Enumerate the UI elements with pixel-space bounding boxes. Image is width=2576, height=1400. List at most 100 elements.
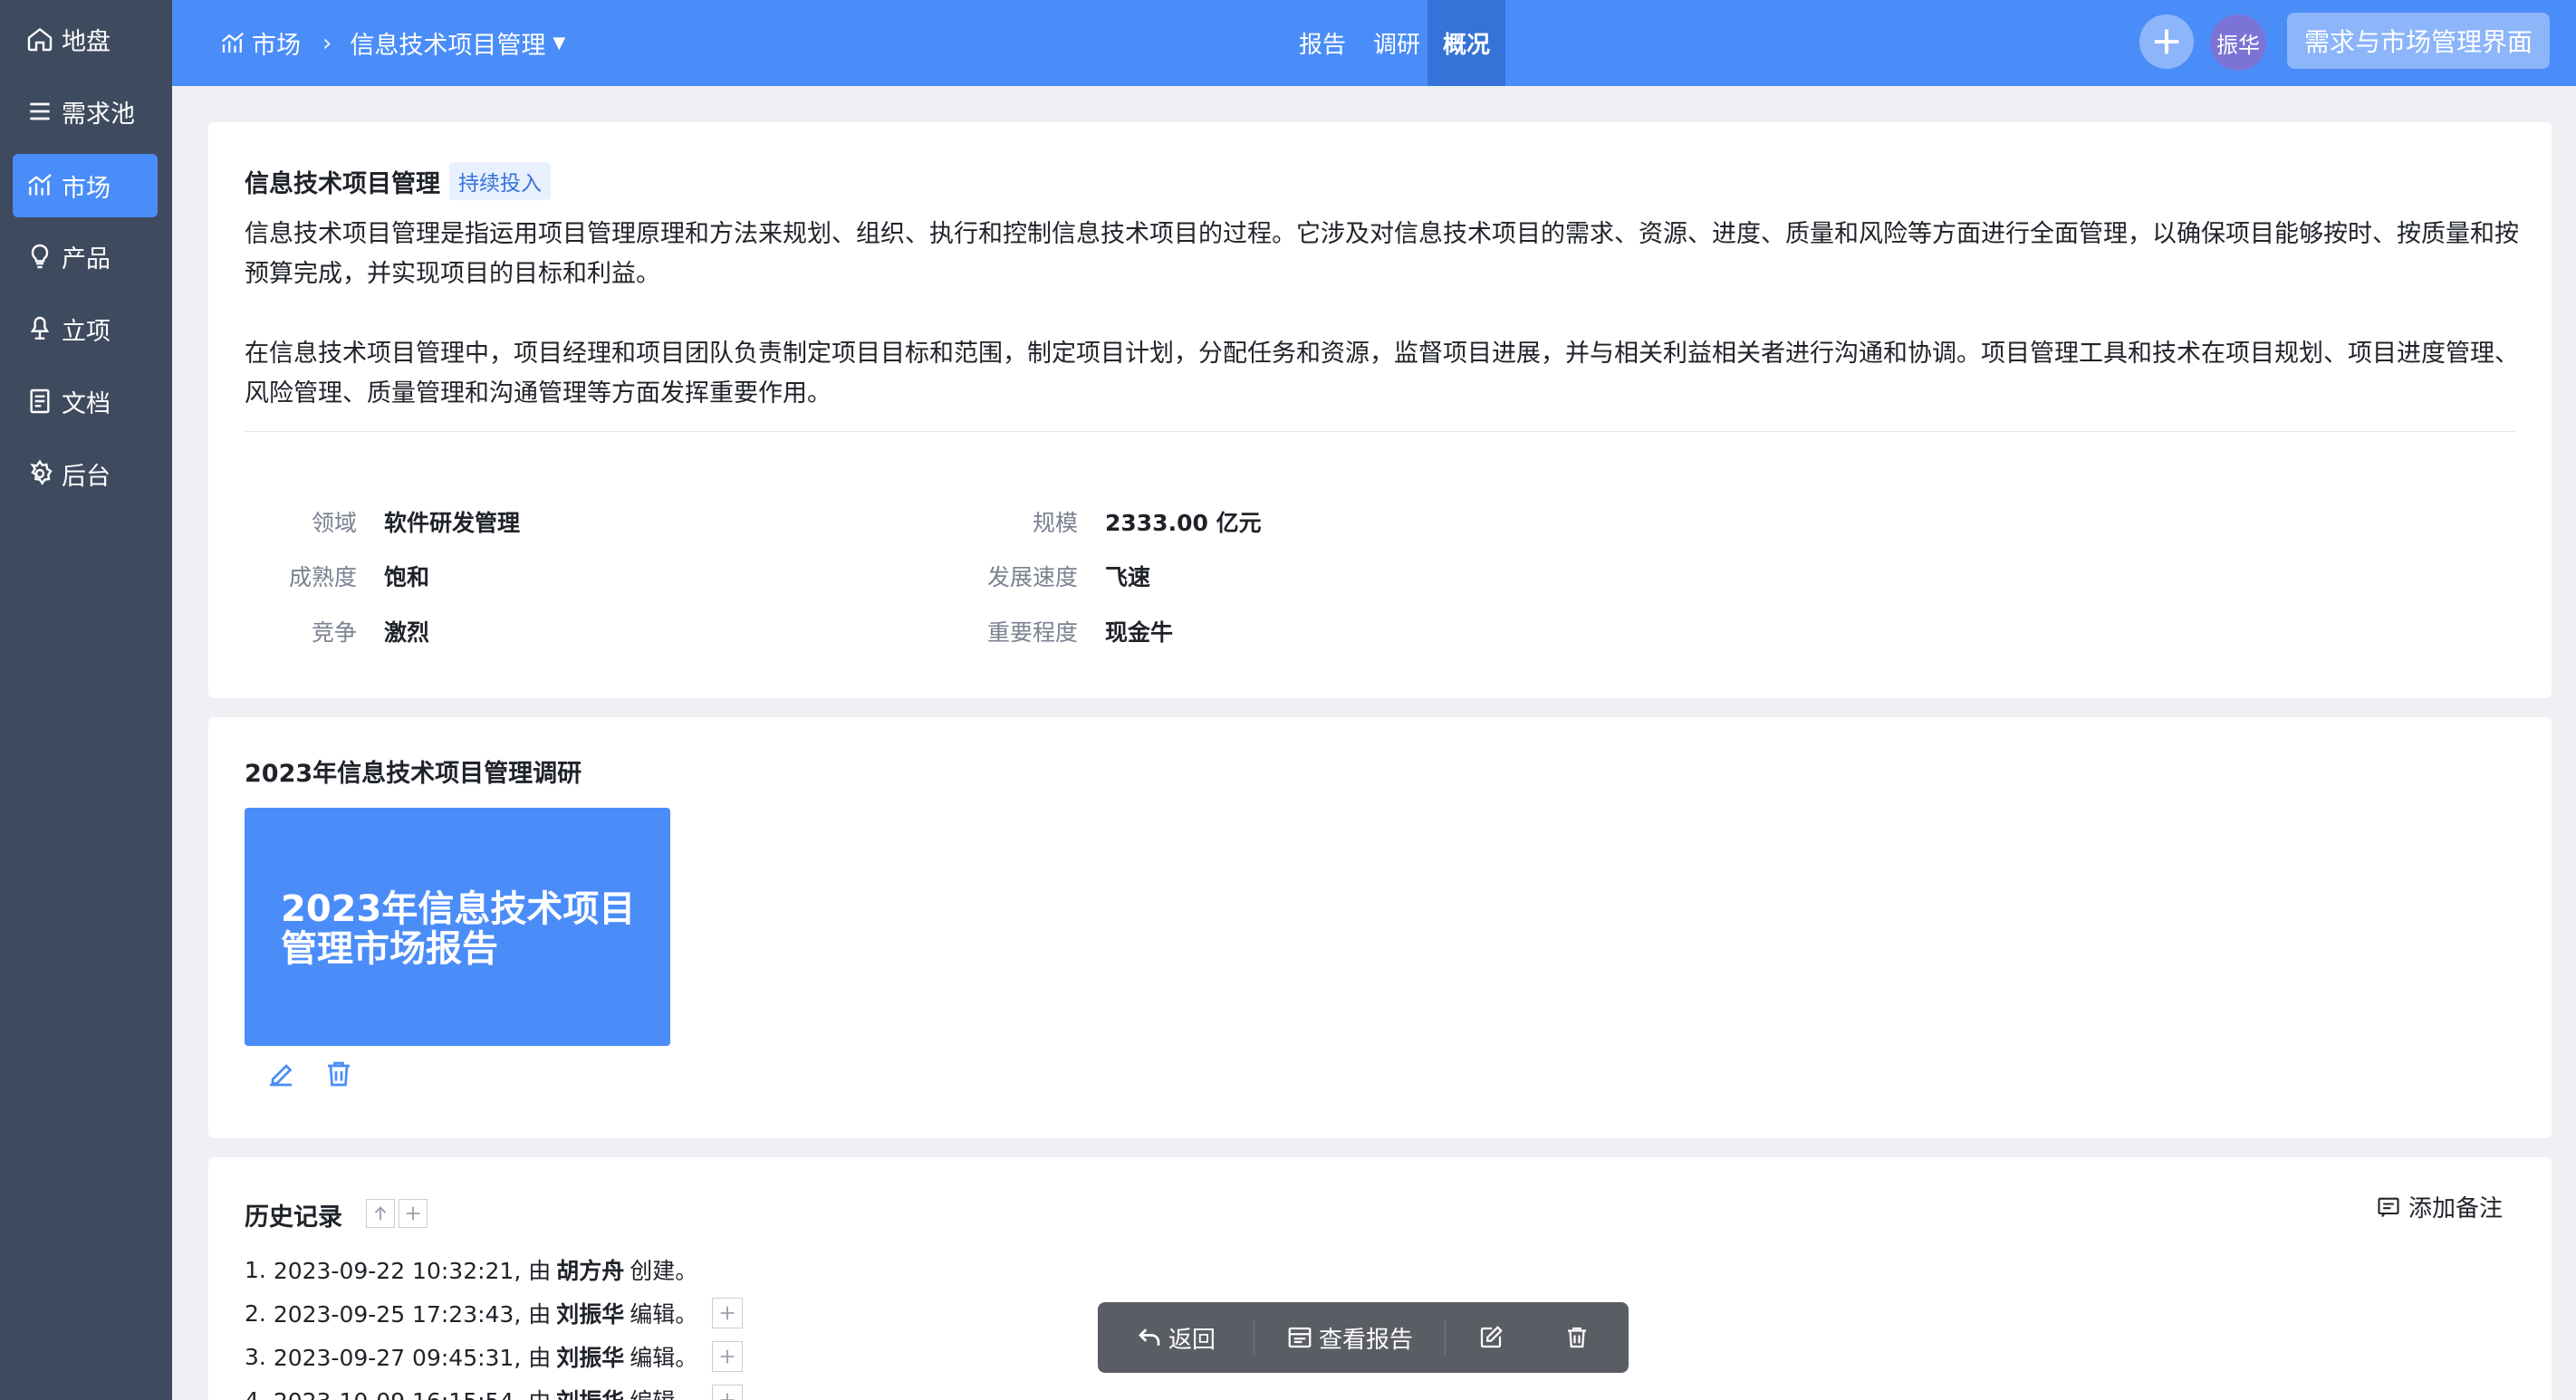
list-icon <box>30 102 50 120</box>
entry-user: 胡方舟 <box>556 1258 625 1284</box>
plus-icon <box>720 1306 735 1320</box>
history-entry: 2. 2023-09-25 17:23:43, 由 刘振华 编辑。 <box>245 1291 744 1335</box>
breadcrumb: 市场 › 信息技术项目管理 ▼ <box>219 0 565 86</box>
bulb-icon <box>31 244 49 269</box>
market-title: 信息技术项目管理 <box>245 169 440 198</box>
back-button[interactable]: 返回 <box>1098 1302 1254 1373</box>
tab-overview[interactable]: 概况 <box>1427 0 1505 86</box>
delete-icon[interactable] <box>322 1058 355 1090</box>
entry-user: 刘振华 <box>556 1345 625 1371</box>
field-maturity: 成熟度 饱和 <box>245 558 429 594</box>
sidebar-item-product[interactable]: 产品 <box>13 225 158 288</box>
report-icon <box>1288 1327 1312 1348</box>
edit-icon[interactable] <box>264 1058 297 1090</box>
chevron-right-icon: › <box>322 29 332 57</box>
report-tile[interactable]: 2023年信息技术项目 管理市场报告 <box>245 808 670 1046</box>
field-scale: 规模 2333.00 亿元 <box>951 503 1262 540</box>
research-card: 2023年信息技术项目管理调研 2023年信息技术项目 管理市场报告 <box>208 717 2552 1138</box>
sidebar-item-home[interactable]: 地盘 <box>13 7 158 71</box>
arrow-up-icon <box>374 1206 387 1221</box>
avatar[interactable]: 振华 <box>2210 14 2266 71</box>
expand-entry-button[interactable] <box>712 1385 744 1400</box>
field-label: 重要程度 <box>986 619 1078 646</box>
doc-icon <box>30 388 50 414</box>
chart-icon <box>28 174 52 196</box>
entry-time: 2023-09-25 17:23:43, 由 <box>273 1301 552 1328</box>
entry-action: 创建。 <box>630 1258 698 1284</box>
field-growth: 发展速度 飞速 <box>951 558 1150 594</box>
field-competition: 竞争 激烈 <box>245 613 429 649</box>
create-button[interactable] <box>2139 14 2194 69</box>
home-icon <box>27 27 53 52</box>
view-report-button[interactable]: 查看报告 <box>1254 1302 1445 1373</box>
field-label: 发展速度 <box>986 564 1078 590</box>
field-label: 领域 <box>311 510 357 536</box>
entry-user: 刘振华 <box>556 1301 625 1328</box>
field-label: 竞争 <box>311 619 357 646</box>
sidebar-item-label: 立项 <box>62 317 111 346</box>
sidebar-item-requirements[interactable]: 需求池 <box>13 80 158 143</box>
chart-icon <box>222 32 244 53</box>
expand-entry-button[interactable] <box>712 1341 744 1372</box>
sidebar-item-admin[interactable]: 后台 <box>13 442 158 505</box>
sidebar-item-market[interactable]: 市场 <box>13 154 158 217</box>
breadcrumb-root[interactable]: 市场 <box>252 25 301 61</box>
entry-action: 编辑。 <box>630 1345 698 1371</box>
entry-index: 3. <box>245 1343 266 1370</box>
history-list: 1. 2023-09-22 10:32:21, 由 胡方舟 创建。 2. 202… <box>245 1248 744 1400</box>
sidebar: 地盘 需求池 市场 产品 立项 文档 后台 <box>0 0 172 1400</box>
tab-research[interactable]: 调研 <box>1359 0 1435 86</box>
overview-card: 信息技术项目管理 持续投入 信息技术项目管理是指运用项目管理原理和方法来规划、组… <box>208 122 2552 698</box>
field-value: 飞速 <box>1105 564 1151 590</box>
add-note-button[interactable]: 添加备注 <box>2376 1190 2503 1223</box>
sidebar-item-label: 市场 <box>62 174 111 203</box>
report-title-line: 2023年信息技术项目 <box>281 888 636 930</box>
delete-icon <box>1568 1327 1586 1348</box>
field-value: 饱和 <box>384 564 430 590</box>
field-label: 规模 <box>1032 510 1078 536</box>
add-note-label: 添加备注 <box>2408 1195 2503 1223</box>
view-report-label: 查看报告 <box>1318 1326 1413 1354</box>
edit-icon <box>1480 1326 1503 1348</box>
comment-icon <box>2378 1197 2399 1217</box>
description-paragraph: 信息技术项目管理是指运用项目管理原理和方法来规划、组织、执行和控制信息技术项目的… <box>245 220 2519 288</box>
chevron-down-icon[interactable]: ▼ <box>553 34 565 53</box>
sidebar-item-project[interactable]: 立项 <box>13 297 158 360</box>
sidebar-item-label: 需求池 <box>62 100 135 129</box>
delete-button[interactable] <box>1536 1302 1618 1373</box>
sidebar-item-label: 后台 <box>62 462 111 491</box>
divider <box>245 431 2515 432</box>
sidebar-item-label: 文档 <box>62 389 111 418</box>
plus-icon <box>720 1349 735 1364</box>
field-label: 成熟度 <box>288 564 357 590</box>
sidebar-item-docs[interactable]: 文档 <box>13 369 158 433</box>
entry-action: 编辑。 <box>630 1301 698 1328</box>
top-bar: 市场 › 信息技术项目管理 ▼ 报告 调研 概况 振华 需求与市场管理界面 <box>172 0 2576 86</box>
tab-report[interactable]: 报告 <box>1286 0 1359 86</box>
app-switch-button[interactable]: 需求与市场管理界面 <box>2287 13 2550 69</box>
back-label: 返回 <box>1168 1326 1216 1354</box>
entry-index: 1. <box>245 1256 266 1283</box>
expand-all-button[interactable] <box>399 1199 428 1228</box>
sidebar-item-label: 产品 <box>62 245 111 273</box>
field-importance: 重要程度 现金牛 <box>951 613 1173 649</box>
sidebar-item-label: 地盘 <box>62 27 111 56</box>
field-value: 激烈 <box>384 619 430 646</box>
history-entry: 3. 2023-09-27 09:45:31, 由 刘振华 编辑。 <box>245 1335 744 1378</box>
breadcrumb-current[interactable]: 信息技术项目管理 <box>350 25 545 61</box>
history-heading: 历史记录 <box>245 1203 342 1232</box>
research-heading: 2023年信息技术项目管理调研 <box>245 760 582 788</box>
undo-arrow-icon <box>1139 1328 1160 1346</box>
floating-action-bar: 返回 查看报告 <box>1098 1302 1629 1373</box>
edit-button[interactable] <box>1446 1302 1536 1373</box>
plus-icon <box>2154 29 2179 54</box>
plus-icon <box>406 1206 420 1221</box>
expand-entry-button[interactable] <box>712 1298 744 1328</box>
sort-up-button[interactable] <box>366 1199 395 1228</box>
entry-action: 编辑。 <box>630 1384 697 1400</box>
report-title-line: 管理市场报告 <box>281 928 498 970</box>
entry-index: 2. <box>245 1299 266 1327</box>
entry-user: 刘振华 <box>556 1384 624 1400</box>
entry-time: 2023-09-22 10:32:21, 由 <box>273 1258 552 1284</box>
entry-time: 2023-09-27 09:45:31, 由 <box>273 1345 552 1371</box>
